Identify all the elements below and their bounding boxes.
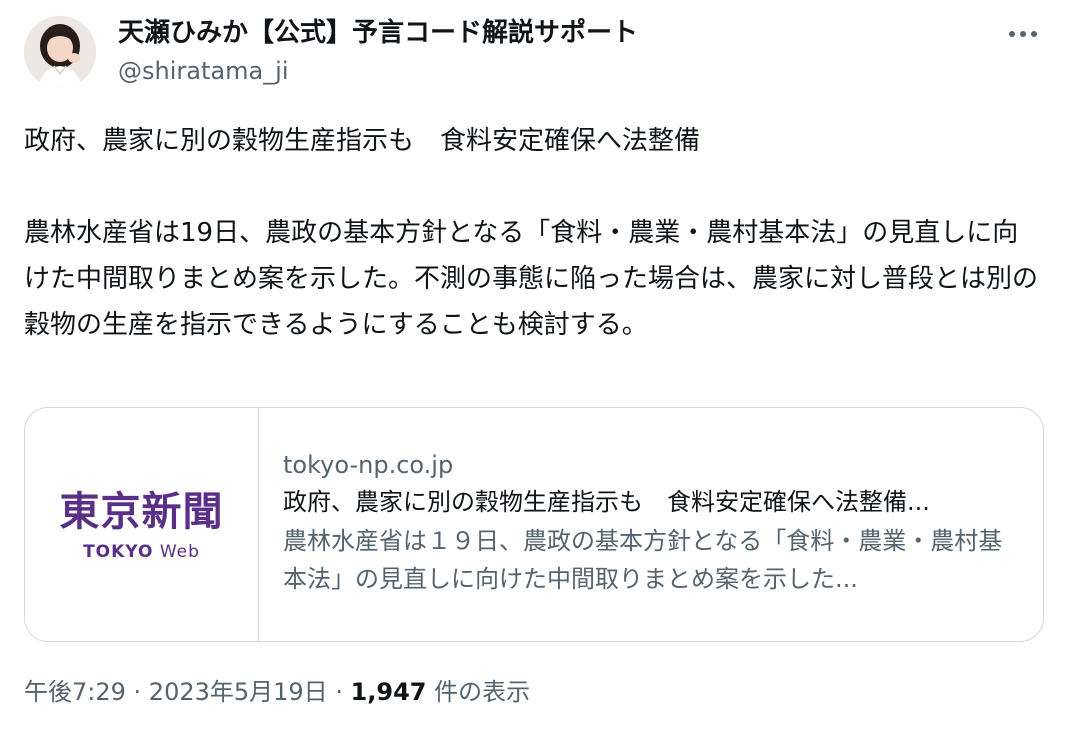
card-title: 政府、農家に別の穀物生産指示も 食料安定確保へ法整備... (283, 488, 930, 516)
more-horizontal-icon[interactable] (1006, 20, 1040, 48)
tokyo-web-logo-subtitle: TOKYO Web (83, 542, 200, 562)
card-description: 農林水産省は１９日、農政の基本方針となる「食料・農業・農村基本法」の見直しに向け… (283, 527, 1003, 593)
link-preview-card[interactable]: 東京新聞 TOKYO Web tokyo-np.co.jp 政府、農家に別の穀物… (24, 407, 1044, 642)
tokyo-shimbun-logo: 東京新聞 (59, 487, 224, 535)
tweet-meta: 午後7:29 · 2023年5月19日 · 1,947 件の表示 (24, 674, 530, 710)
tweet-time: 午後7:29 (24, 678, 126, 706)
card-domain: tokyo-np.co.jp (283, 451, 454, 479)
views-link[interactable]: 1,947 件の表示 (351, 678, 531, 706)
avatar[interactable] (24, 16, 96, 88)
logo-sub-tokyo: TOKYO (83, 541, 154, 562)
card-body: tokyo-np.co.jp 政府、農家に別の穀物生産指示も 食料安定確保へ法整… (259, 408, 1043, 641)
views-label: 件の表示 (426, 678, 531, 706)
author-display-name[interactable]: 天瀬ひみか【公式】予言コード解説サポート (118, 14, 638, 52)
logo-sub-web: Web (159, 541, 200, 562)
tweet-text: 政府、農家に別の穀物生産指示も 食料安定確保へ法整備 農林水産省は19日、農政の… (24, 126, 1039, 340)
meta-separator: · (125, 678, 149, 706)
card-thumbnail: 東京新聞 TOKYO Web (25, 408, 259, 641)
views-count: 1,947 (350, 678, 427, 706)
author-handle[interactable]: @shiratama_ji (118, 54, 289, 88)
tweet-date: 2023年5月19日 (148, 678, 328, 706)
tweet-time-link[interactable]: 午後7:29 · 2023年5月19日 (24, 678, 335, 706)
meta-separator-2: · (335, 678, 351, 706)
avatar-photo-icon (24, 16, 96, 88)
